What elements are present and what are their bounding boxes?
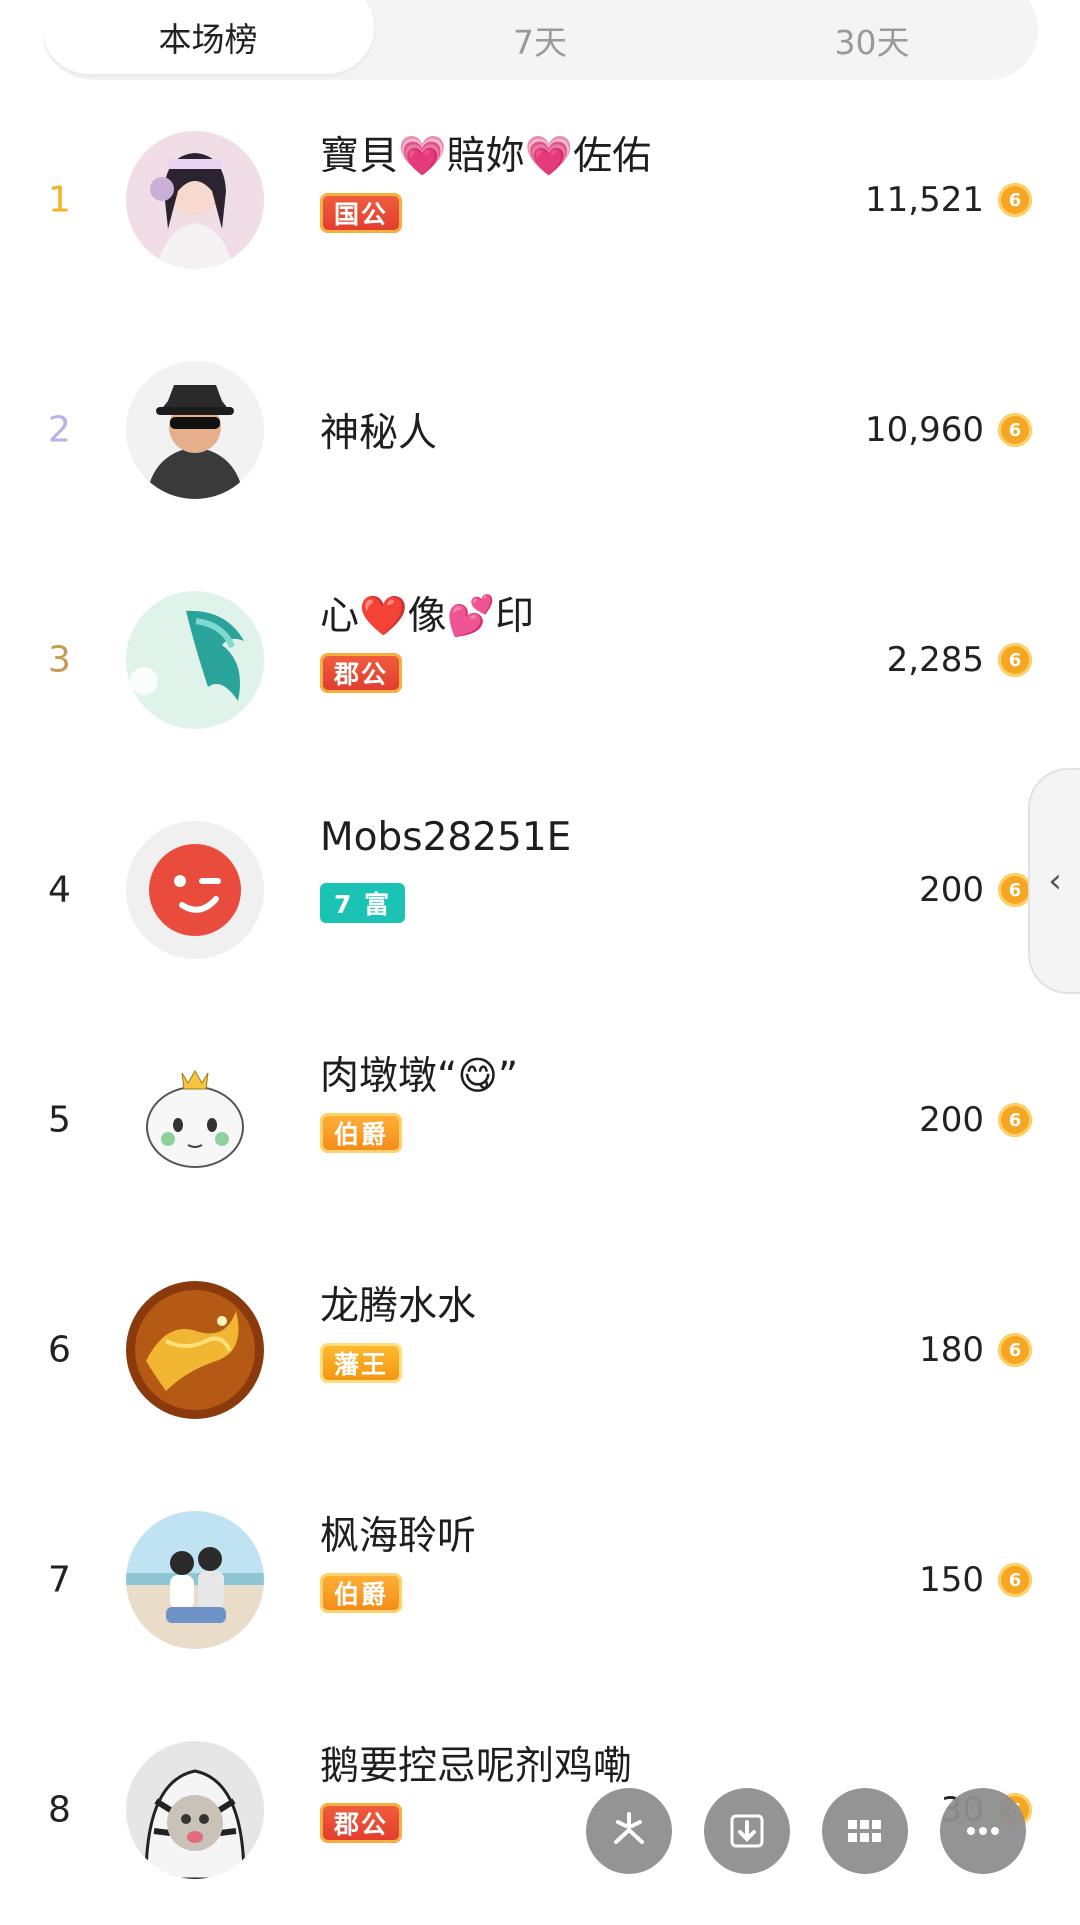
user-name: 寶貝💗賠妳💗佐佑 — [320, 134, 652, 179]
user-name: 肉墩墩“😋” — [320, 1054, 519, 1099]
contribution-score: 200 — [919, 1100, 984, 1140]
share-icon — [614, 1812, 644, 1844]
coin-icon: 6 — [998, 183, 1032, 217]
contribution-score: 10,960 — [865, 410, 984, 450]
user-name: 神秘人 — [320, 411, 438, 456]
rank-number: 1 — [48, 179, 71, 221]
avatar[interactable] — [126, 131, 264, 269]
tab-30-days[interactable]: 30天 — [706, 0, 1038, 80]
avatar[interactable] — [126, 1281, 264, 1419]
rank-title-badge: 伯爵 — [320, 1113, 403, 1153]
rank-number: 3 — [48, 639, 71, 681]
list-item[interactable]: 8 鹅要控忌呢剂鸡嘞 郡公 30 6 — [0, 1695, 1080, 1925]
grid-icon — [848, 1820, 881, 1842]
avatar[interactable] — [126, 1511, 264, 1649]
rank-number: 8 — [48, 1789, 71, 1831]
apps-button[interactable] — [822, 1788, 908, 1874]
coin-icon: 6 — [998, 1103, 1032, 1137]
avatar[interactable] — [126, 591, 264, 729]
user-name: 鹅要控忌呢剂鸡嘞 — [320, 1744, 633, 1789]
list-item[interactable]: 7 枫海聆听 伯爵 150 6 — [0, 1465, 1080, 1695]
more-icon — [967, 1827, 999, 1835]
tab-current-show[interactable]: 本场榜 — [42, 0, 374, 74]
download-icon — [730, 1814, 764, 1848]
period-tabs: 本场榜 7天 30天 — [42, 0, 1038, 80]
rank-title-badge: 郡公 — [320, 1803, 403, 1843]
list-item[interactable]: 3 心❤️像💕印 郡公 2,285 6 — [0, 545, 1080, 775]
share-button[interactable] — [586, 1788, 672, 1874]
rank-number: 5 — [48, 1099, 71, 1141]
side-panel-handle[interactable]: ‹ — [1028, 768, 1080, 994]
rank-title-badge: 国公 — [320, 193, 403, 233]
list-item[interactable]: 5 肉墩墩“😋” 伯爵 200 6 — [0, 1005, 1080, 1235]
rank-number: 6 — [48, 1329, 71, 1371]
avatar[interactable] — [126, 1051, 264, 1189]
contribution-score: 150 — [919, 1560, 984, 1600]
rank-number: 4 — [48, 869, 71, 911]
coin-icon: 6 — [998, 873, 1032, 907]
avatar[interactable] — [126, 821, 264, 959]
list-item[interactable]: 2 神秘人 10,960 6 — [0, 315, 1080, 545]
avatar[interactable] — [126, 361, 264, 499]
contribution-score: 200 — [919, 870, 984, 910]
rank-title-badge: 藩王 — [320, 1343, 403, 1383]
coin-icon: 6 — [998, 1333, 1032, 1367]
list-item[interactable]: 4 Mobs28251E 7 富 200 6 — [0, 775, 1080, 1005]
coin-icon: 6 — [998, 643, 1032, 677]
user-name: Mobs28251E — [320, 815, 572, 860]
more-button[interactable] — [940, 1788, 1026, 1874]
tab-7-days[interactable]: 7天 — [374, 0, 706, 80]
user-name: 心❤️像💕印 — [320, 594, 535, 639]
chevron-left-icon: ‹ — [1048, 861, 1062, 901]
coin-icon: 6 — [998, 413, 1032, 447]
rank-title-badge: 伯爵 — [320, 1573, 403, 1613]
download-button[interactable] — [704, 1788, 790, 1874]
user-name: 枫海聆听 — [320, 1514, 477, 1559]
wealth-level-badge: 7 富 — [320, 883, 406, 923]
avatar[interactable] — [126, 1741, 264, 1879]
list-item[interactable]: 6 龙腾水水 藩王 180 6 — [0, 1235, 1080, 1465]
user-name: 龙腾水水 — [320, 1284, 477, 1329]
contribution-score: 11,521 — [865, 180, 984, 220]
rank-number: 2 — [48, 409, 71, 451]
rank-title-badge: 郡公 — [320, 653, 403, 693]
list-item[interactable]: 1 寶貝💗賠妳💗佐佑 国公 11,521 6 — [0, 85, 1080, 315]
contribution-score: 180 — [919, 1330, 984, 1370]
coin-icon: 6 — [998, 1563, 1032, 1597]
rank-number: 7 — [48, 1559, 71, 1601]
contribution-score: 2,285 — [886, 640, 984, 680]
